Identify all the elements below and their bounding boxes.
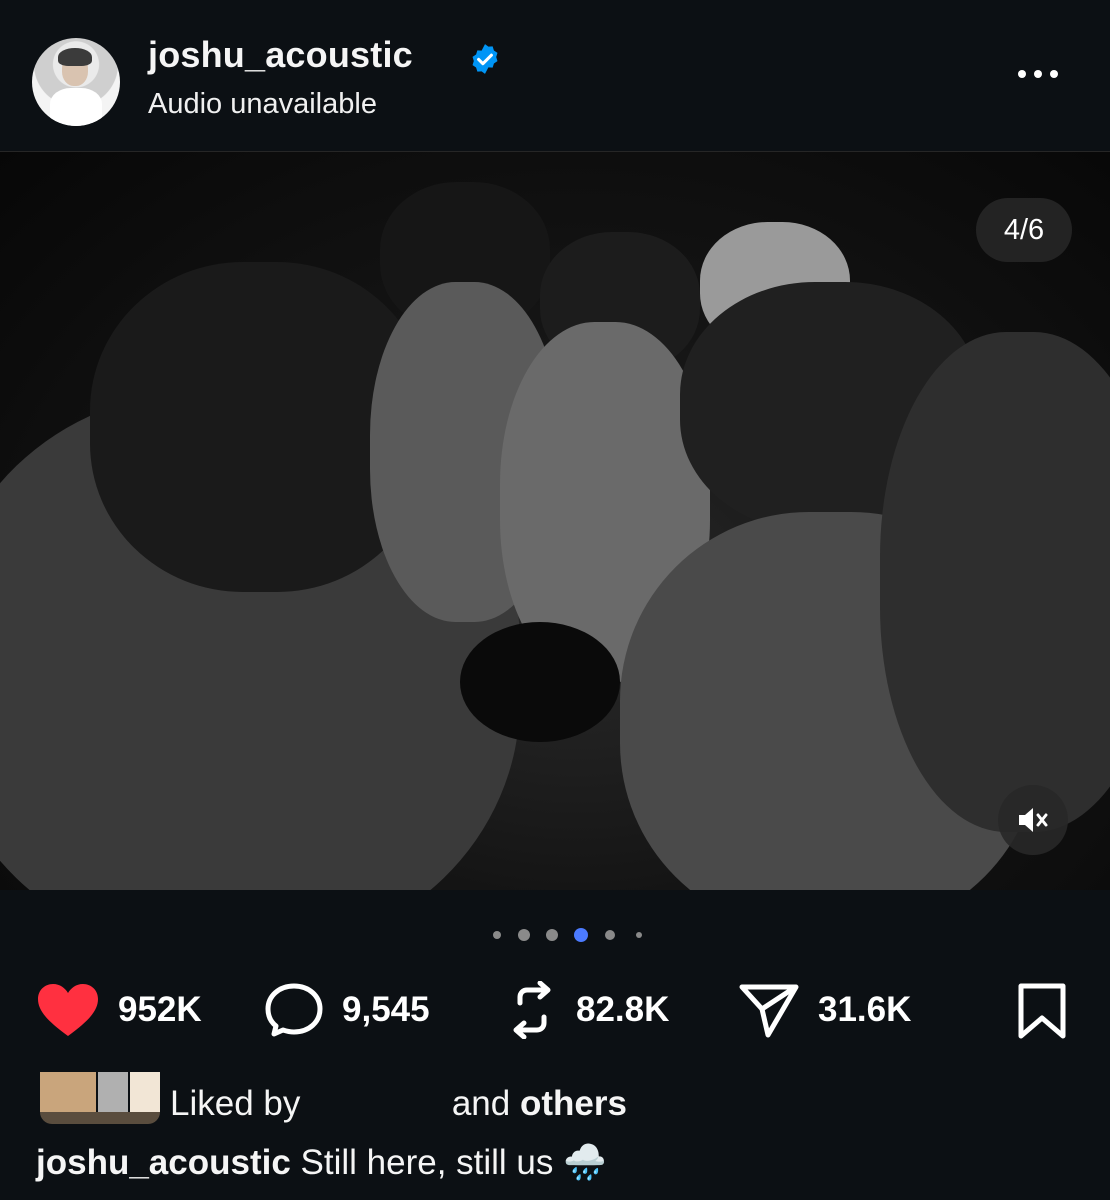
heart-icon — [38, 984, 98, 1036]
comment-count: 9,545 — [342, 990, 430, 1029]
media-counter: 4/6 — [976, 198, 1072, 262]
bookmark-icon[interactable] — [1016, 982, 1068, 1040]
repost-icon — [513, 981, 551, 1039]
share-count: 31.6K — [818, 990, 912, 1029]
carousel-dot-active — [574, 928, 588, 942]
more-options-icon[interactable] — [1018, 60, 1074, 88]
carousel-dot — [546, 929, 558, 941]
repost-button[interactable]: 82.8K — [506, 975, 669, 1045]
caption-emoji: 🌧️ — [563, 1143, 607, 1182]
carousel-dot — [636, 932, 642, 938]
caption-text: Still here, still us — [300, 1143, 554, 1182]
post-photo[interactable] — [0, 152, 1110, 890]
carousel-dot — [605, 930, 615, 940]
liked-by-others[interactable]: others — [520, 1084, 627, 1123]
verified-badge-icon — [472, 44, 498, 74]
action-bar: 952K 9,545 82.8K 31.6K — [0, 975, 1110, 1045]
liked-by-redacted-user — [310, 1090, 443, 1121]
liked-by-avatars[interactable] — [36, 1072, 164, 1128]
caption-username[interactable]: joshu_acoustic — [36, 1143, 291, 1182]
repost-count: 82.8K — [576, 990, 670, 1029]
caption: joshu_acoustic Still here, still us 🌧️ — [36, 1142, 607, 1183]
like-count: 952K — [118, 990, 202, 1029]
share-button[interactable]: 31.6K — [738, 975, 911, 1045]
avatar[interactable] — [32, 38, 120, 126]
post-header: joshu_acoustic Audio unavailable — [0, 0, 1110, 152]
liked-by-and: and — [451, 1084, 511, 1123]
carousel-indicator — [0, 924, 1110, 946]
liked-by-text[interactable]: Liked by and others — [170, 1084, 627, 1124]
carousel-dot — [493, 931, 501, 939]
comment-icon — [265, 983, 323, 1037]
carousel-dot — [518, 929, 530, 941]
mute-icon[interactable] — [998, 785, 1068, 855]
like-button[interactable]: 952K — [36, 975, 202, 1045]
audio-status: Audio unavailable — [148, 88, 377, 120]
comment-button[interactable]: 9,545 — [264, 975, 430, 1045]
liked-by-prefix: Liked by — [170, 1084, 301, 1123]
send-icon — [739, 984, 799, 1038]
username[interactable]: joshu_acoustic — [148, 34, 413, 76]
